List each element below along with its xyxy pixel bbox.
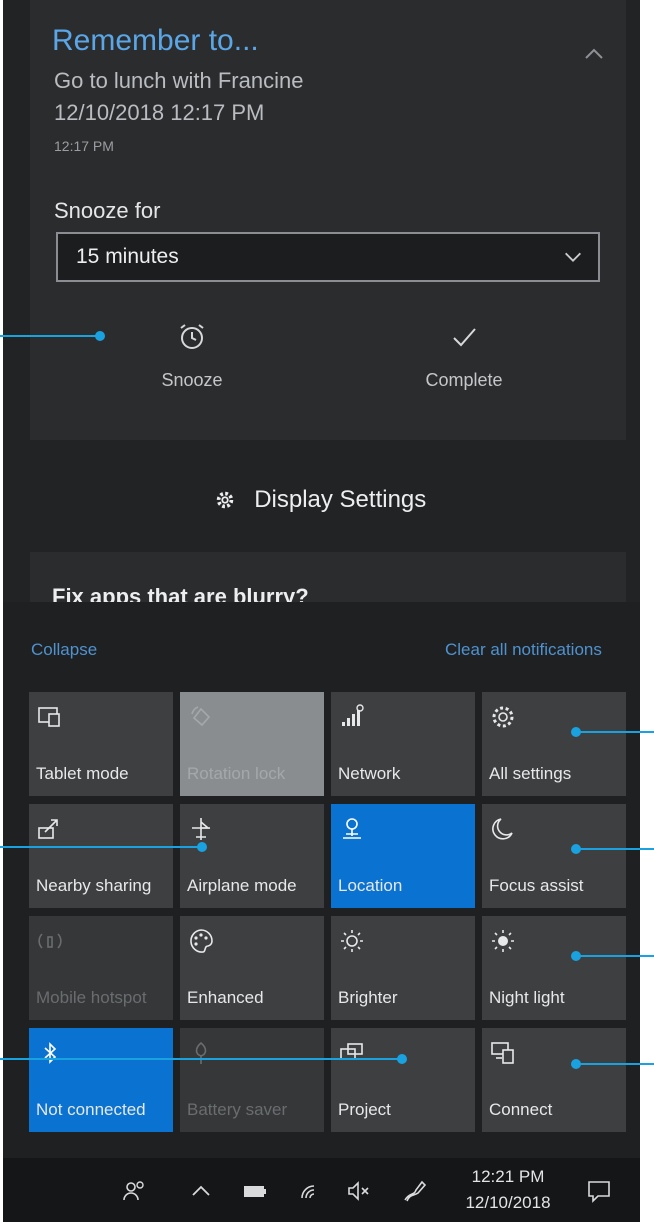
hotspot-icon <box>38 933 62 949</box>
tile-rotation-lock[interactable]: Rotation lock <box>180 692 324 796</box>
callout-line <box>576 1063 654 1065</box>
brightness-icon <box>341 930 363 952</box>
tile-label: Not connected <box>36 1100 146 1119</box>
tile-label: Night light <box>489 988 565 1007</box>
battery-icon[interactable] <box>242 1178 268 1204</box>
gear-icon <box>216 491 233 509</box>
callout-line <box>0 1058 402 1060</box>
project-icon <box>340 1043 363 1060</box>
tile-label: Enhanced <box>187 988 264 1007</box>
night-light-icon <box>492 930 514 952</box>
tile-night-light[interactable]: Night light <box>482 916 626 1020</box>
tile-enhanced[interactable]: Enhanced <box>180 916 324 1020</box>
clock-time: 12:21 PM <box>471 1167 545 1186</box>
taskbar: 12:21 PM 12/10/2018 <box>0 1158 640 1222</box>
connect-icon <box>491 1042 514 1064</box>
callout-dot <box>197 842 207 852</box>
tile-tablet-mode[interactable]: Tablet mode <box>29 692 173 796</box>
moon-icon <box>492 818 513 840</box>
tile-label: Focus assist <box>489 876 584 895</box>
gear-icon <box>492 706 514 728</box>
snooze-button[interactable]: Snooze <box>92 322 292 391</box>
tile-label: Brighter <box>338 988 398 1007</box>
bluetooth-icon <box>44 1042 57 1064</box>
nearby-sharing-icon <box>38 819 58 839</box>
tile-label: Mobile hotspot <box>36 988 147 1007</box>
network-icon <box>342 704 364 726</box>
tile-mobile-hotspot[interactable]: Mobile hotspot <box>29 916 173 1020</box>
volume-muted-icon[interactable] <box>346 1178 372 1204</box>
wifi-icon[interactable] <box>298 1178 324 1204</box>
tile-label: Rotation lock <box>187 764 286 783</box>
tile-project[interactable]: Project <box>331 1028 475 1132</box>
snooze-selected-value: 15 minutes <box>76 245 179 268</box>
checkmark-icon <box>453 328 476 347</box>
action-center-icon[interactable] <box>586 1178 612 1204</box>
taskbar-clock[interactable]: 12:21 PM 12/10/2018 <box>448 1164 568 1216</box>
pen-workspace-icon[interactable] <box>402 1178 428 1204</box>
snooze-label: Snooze for <box>54 198 161 223</box>
page-background <box>640 0 654 1222</box>
complete-label-text: Complete <box>425 370 503 390</box>
tile-all-settings[interactable]: All settings <box>482 692 626 796</box>
tile-label: Airplane mode <box>187 876 297 895</box>
callout-line <box>0 846 202 848</box>
tile-label: Connect <box>489 1100 553 1119</box>
callout-line <box>576 955 654 957</box>
notification-line1: Go to lunch with Francine <box>54 68 304 93</box>
notification-line2: 12/10/2018 12:17 PM <box>54 100 265 125</box>
tile-brighter[interactable]: Brighter <box>331 916 475 1020</box>
tile-label: Network <box>338 764 401 783</box>
page-background-edge <box>0 0 3 1222</box>
tile-label: Battery saver <box>187 1100 288 1119</box>
tile-label: Project <box>338 1100 391 1119</box>
notification-time: 12:17 PM <box>54 138 114 154</box>
airplane-icon <box>192 818 211 840</box>
tile-label: Tablet mode <box>36 764 129 783</box>
clock-date: 12/10/2018 <box>465 1193 551 1212</box>
notification-title: Remember to... <box>52 24 259 57</box>
callout-line <box>576 848 654 850</box>
callout-line <box>0 335 100 337</box>
action-center: Collapse Clear all notifications Tablet … <box>3 602 640 1158</box>
tile-bluetooth[interactable]: Not connected <box>29 1028 173 1132</box>
tile-location[interactable]: Location <box>331 804 475 908</box>
tile-label: All settings <box>489 764 572 783</box>
battery-saver-icon <box>195 1041 207 1064</box>
notification-panel: Remember to... Go to lunch with Francine… <box>0 0 640 1222</box>
tile-network[interactable]: Network <box>331 692 475 796</box>
snooze-label-text: Snooze <box>161 370 223 390</box>
tile-connect[interactable]: Connect <box>482 1028 626 1132</box>
chevron-up-icon[interactable] <box>188 1178 214 1204</box>
tablet-mode-icon <box>38 707 60 727</box>
tile-label: Nearby sharing <box>36 876 152 895</box>
people-icon[interactable] <box>122 1178 148 1204</box>
alarm-clock-icon <box>180 324 204 349</box>
complete-button[interactable]: Complete <box>364 322 564 391</box>
tile-focus-assist[interactable]: Focus assist <box>482 804 626 908</box>
palette-icon <box>190 929 213 953</box>
tile-airplane-mode[interactable]: Airplane mode <box>180 804 324 908</box>
collapse-link[interactable]: Collapse <box>31 640 97 660</box>
callout-dot <box>571 727 581 737</box>
clear-all-notifications-link[interactable]: Clear all notifications <box>445 640 602 660</box>
tile-label: Location <box>338 876 403 895</box>
callout-dot <box>571 1059 581 1069</box>
rotation-lock-icon <box>191 706 211 727</box>
callout-line <box>576 731 654 733</box>
callout-dot <box>397 1054 407 1064</box>
chevron-down-icon <box>565 252 581 262</box>
snooze-dropdown[interactable]: 15 minutes <box>56 232 600 282</box>
callout-dot <box>571 951 581 961</box>
callout-dot <box>571 844 581 854</box>
location-icon <box>343 818 361 839</box>
tile-battery-saver[interactable]: Battery saver <box>180 1028 324 1132</box>
tile-nearby-sharing[interactable]: Nearby sharing <box>29 804 173 908</box>
callout-dot <box>95 331 105 341</box>
reminder-notification[interactable]: Remember to... Go to lunch with Francine… <box>30 0 626 440</box>
display-settings-group-header[interactable]: Display Settings <box>0 486 640 536</box>
display-settings-title: Display Settings <box>254 486 427 513</box>
chevron-up-icon[interactable] <box>582 42 606 66</box>
